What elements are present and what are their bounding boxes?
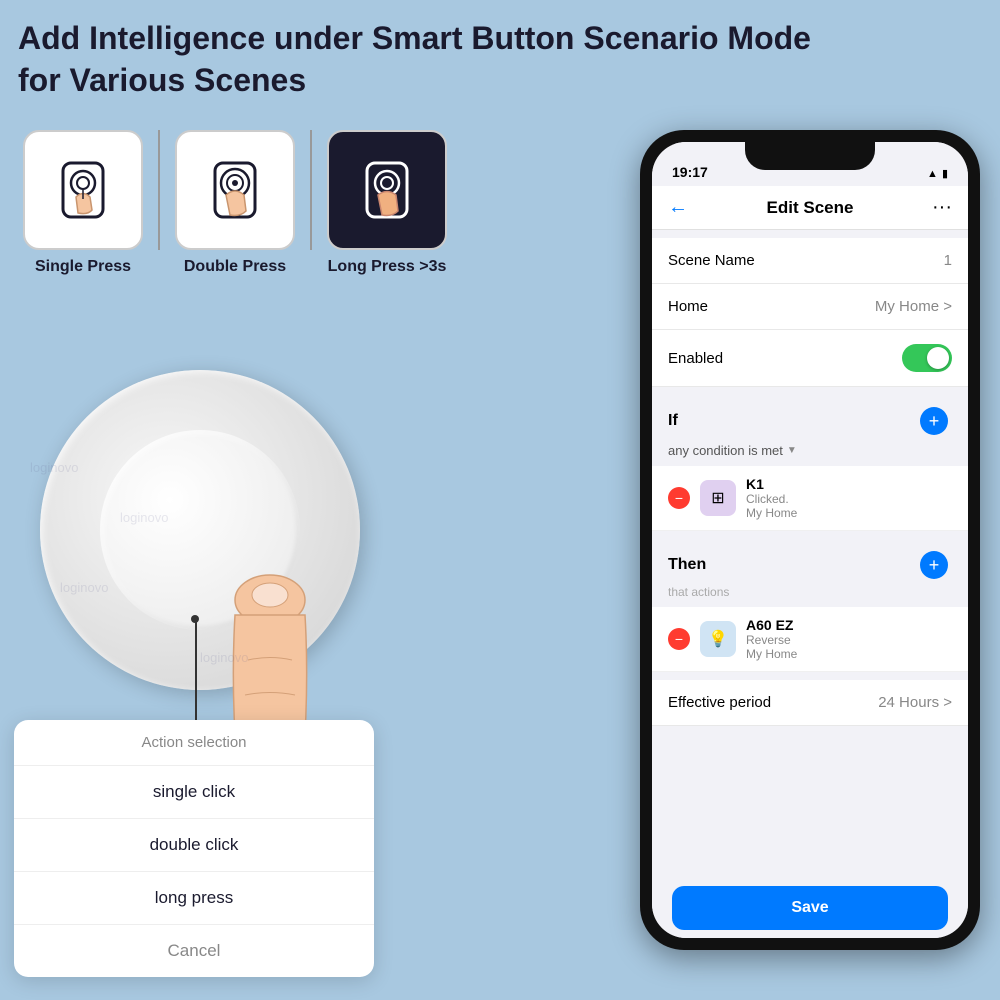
action-popup-title: Action selection <box>14 720 374 766</box>
sep2 <box>652 387 968 395</box>
long-press-option[interactable]: long press <box>14 872 374 925</box>
heading-line1: Add Intelligence under Smart Button Scen… <box>18 20 811 56</box>
single-press-label: Single Press <box>35 258 131 276</box>
if-condition-text: any condition is met <box>668 443 783 458</box>
scene-name-value: 1 <box>944 252 952 269</box>
action-selection-popup: Action selection single click double cli… <box>14 720 374 977</box>
enabled-row: Enabled <box>652 330 968 387</box>
save-bar: Save <box>652 878 968 938</box>
then-header: Then <box>668 556 706 574</box>
double-press-item: Double Press <box>170 130 300 276</box>
battery-icon: ▮ <box>942 167 948 180</box>
double-press-icon-box <box>175 130 295 250</box>
sep3 <box>652 531 968 539</box>
a60ez-sub1: Reverse <box>746 633 791 647</box>
then-subtext: that actions <box>652 583 968 607</box>
k1-condition-text: K1 Clicked. My Home <box>746 476 952 520</box>
a60ez-remove-button[interactable]: − <box>668 628 690 650</box>
divider-1 <box>158 130 160 250</box>
if-section-header-row: If + <box>652 395 968 439</box>
single-click-option[interactable]: single click <box>14 766 374 819</box>
k1-condition-item: − ⊞ K1 Clicked. My Home <box>652 466 968 531</box>
back-button[interactable]: ← <box>668 196 698 219</box>
long-press-item: Long Press >3s <box>322 130 452 276</box>
heading-line2: for Various Scenes <box>18 62 306 98</box>
a60ez-sub2: My Home <box>746 647 797 661</box>
k1-remove-button[interactable]: − <box>668 487 690 509</box>
app-title: Edit Scene <box>698 198 922 218</box>
scene-name-row[interactable]: Scene Name 1 <box>652 238 968 284</box>
phone-container: 19:17 ▲ ▮ ← Edit Scene ··· Scene Name 1 <box>640 130 980 960</box>
sep5 <box>652 726 968 734</box>
k1-sub2: My Home <box>746 506 797 520</box>
long-press-icon-box <box>327 130 447 250</box>
status-time: 19:17 <box>672 164 708 180</box>
connector-line <box>195 620 197 730</box>
if-header: If <box>668 412 678 430</box>
phone-screen: 19:17 ▲ ▮ ← Edit Scene ··· Scene Name 1 <box>652 142 968 938</box>
sep4 <box>652 672 968 680</box>
scene-name-label: Scene Name <box>668 252 755 269</box>
effective-period-row[interactable]: Effective period 24 Hours > <box>652 680 968 726</box>
if-dropdown-arrow: ▼ <box>787 445 797 456</box>
cancel-button[interactable]: Cancel <box>14 925 374 977</box>
press-types-container: Single Press Double Press Long Pres <box>18 130 452 276</box>
single-press-icon-box <box>23 130 143 250</box>
divider-2 <box>310 130 312 250</box>
long-press-icon <box>352 155 422 225</box>
phone-notch <box>745 142 875 170</box>
enabled-toggle[interactable] <box>902 344 952 372</box>
a60ez-action-item: − 💡 A60 EZ Reverse My Home <box>652 607 968 672</box>
double-click-option[interactable]: double click <box>14 819 374 872</box>
wifi-icon: ▲ <box>927 168 938 180</box>
single-press-icon <box>48 155 118 225</box>
page-heading: Add Intelligence under Smart Button Scen… <box>18 18 811 101</box>
app-content: Scene Name 1 Home My Home > Enabled <box>652 230 968 878</box>
k1-sub: Clicked. My Home <box>746 492 952 520</box>
k1-icon: ⊞ <box>700 480 736 516</box>
long-press-label: Long Press >3s <box>328 258 447 276</box>
toggle-knob <box>927 347 949 369</box>
a60ez-sub: Reverse My Home <box>746 633 952 661</box>
home-label: Home <box>668 298 708 315</box>
phone-frame: 19:17 ▲ ▮ ← Edit Scene ··· Scene Name 1 <box>640 130 980 950</box>
double-press-icon <box>200 155 270 225</box>
single-press-item: Single Press <box>18 130 148 276</box>
more-button[interactable]: ··· <box>922 196 952 219</box>
k1-name: K1 <box>746 476 952 492</box>
effective-period-label: Effective period <box>668 694 771 711</box>
k1-sub1: Clicked. <box>746 492 789 506</box>
a60ez-condition-text: A60 EZ Reverse My Home <box>746 617 952 661</box>
if-condition-dropdown[interactable]: any condition is met ▼ <box>652 439 968 466</box>
if-add-button[interactable]: + <box>920 407 948 435</box>
app-header: ← Edit Scene ··· <box>652 186 968 230</box>
effective-period-value: 24 Hours > <box>878 694 952 711</box>
sep1 <box>652 230 968 238</box>
status-icons: ▲ ▮ <box>927 167 948 180</box>
home-row[interactable]: Home My Home > <box>652 284 968 330</box>
a60ez-icon: 💡 <box>700 621 736 657</box>
double-press-label: Double Press <box>184 258 286 276</box>
then-add-button[interactable]: + <box>920 551 948 579</box>
enabled-label: Enabled <box>668 350 723 367</box>
home-value: My Home > <box>875 298 952 315</box>
a60ez-name: A60 EZ <box>746 617 952 633</box>
save-button[interactable]: Save <box>672 886 948 930</box>
then-section-header-row: Then + <box>652 539 968 583</box>
